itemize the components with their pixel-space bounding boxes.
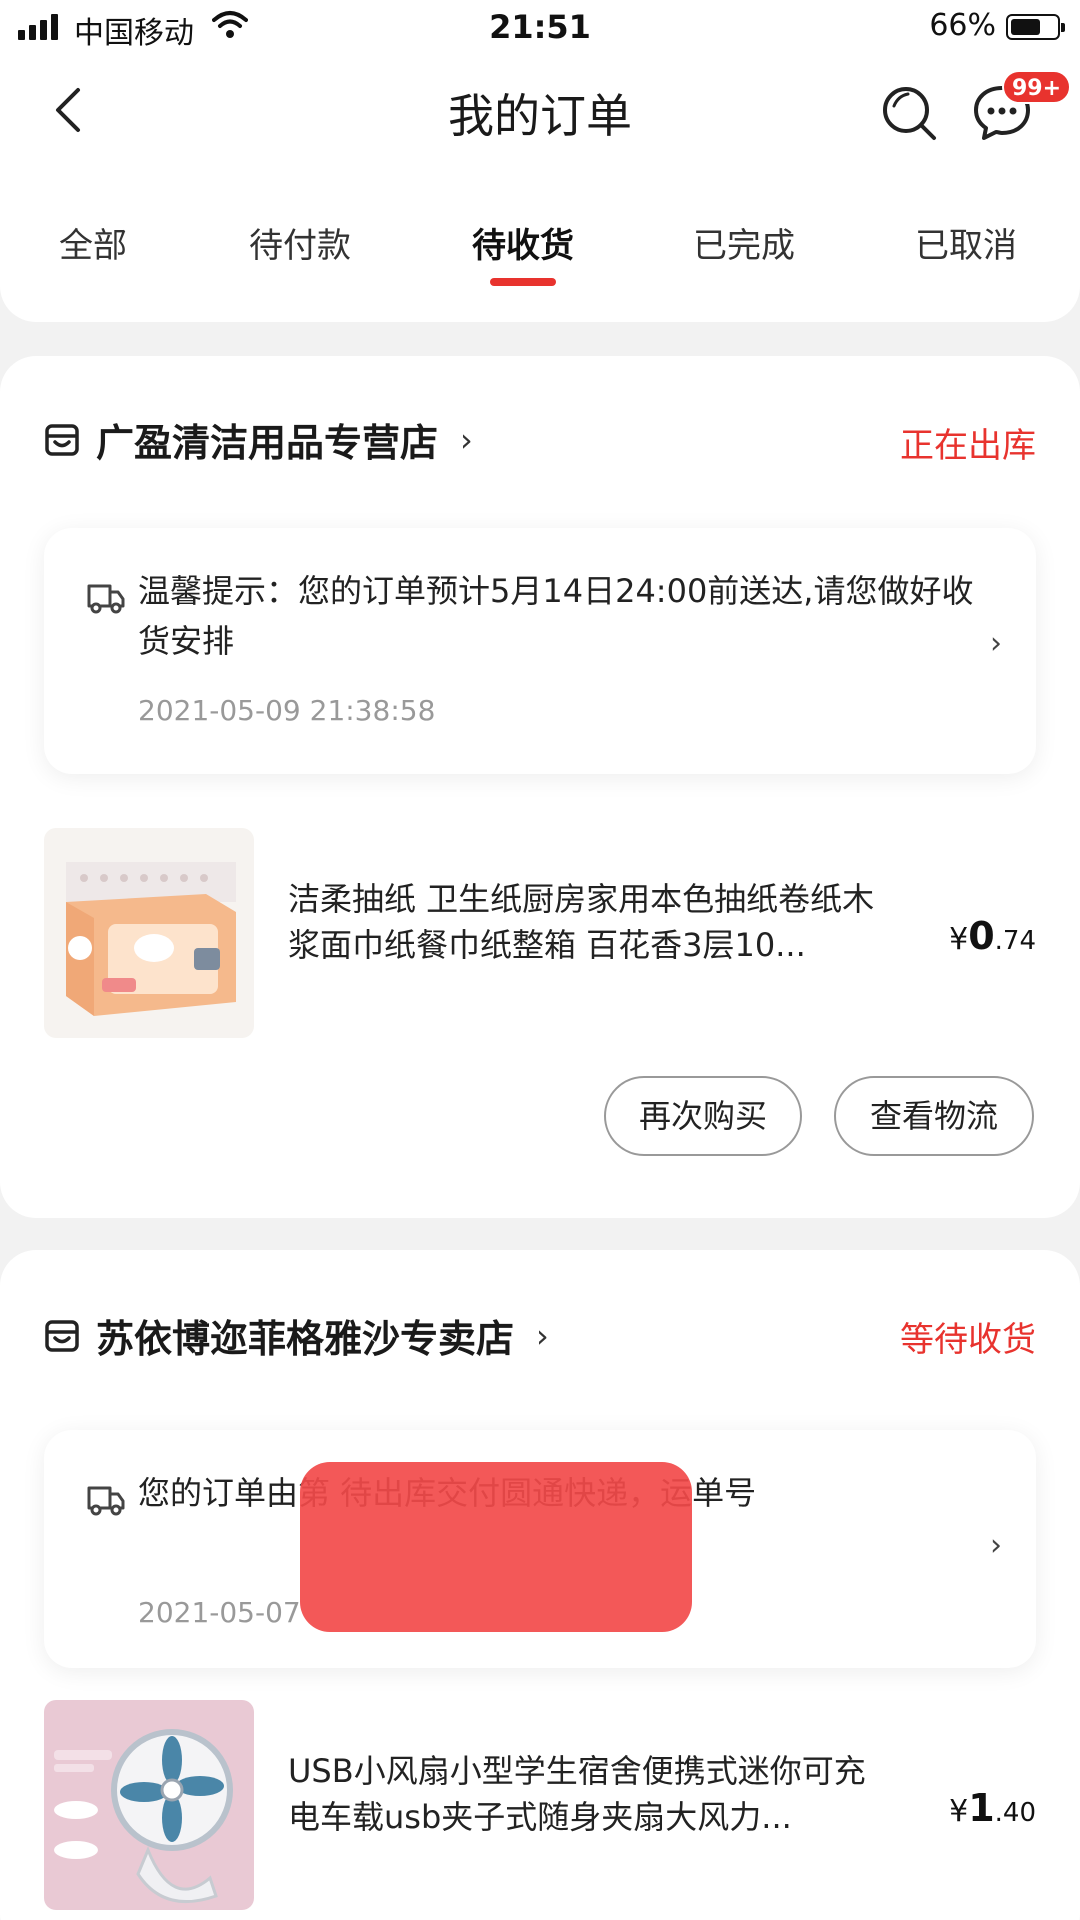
order-status: 正在出库 bbox=[900, 426, 1036, 466]
chevron-right-icon: › bbox=[990, 1528, 1002, 1563]
order-tabs: 全部 待付款 待收货 已完成 已取消 bbox=[0, 166, 1080, 322]
view-logistics-button[interactable]: 查看物流 bbox=[834, 1076, 1034, 1156]
shop-name: 苏依博迩菲格雅沙专卖店 bbox=[96, 1317, 515, 1361]
redaction-mark bbox=[300, 1462, 692, 1632]
product-title: 洁柔抽纸 卫生纸厨房家用本色抽纸卷纸木浆面巾纸餐巾纸整箱 百花香3层10... bbox=[288, 880, 875, 964]
price-currency: ¥ bbox=[949, 922, 969, 957]
product-row[interactable]: 洁柔抽纸 卫生纸厨房家用本色抽纸卷纸木浆面巾纸餐巾纸整箱 百花香3层10... … bbox=[44, 828, 1036, 1048]
shop-header[interactable]: 苏依博迩菲格雅沙专卖店 › bbox=[44, 1308, 549, 1363]
nav-bar: 我的订单 99+ bbox=[0, 56, 1080, 166]
price-integer: 1 bbox=[968, 1786, 995, 1830]
tab-pending-payment[interactable]: 待付款 bbox=[240, 218, 360, 267]
order-status: 等待收货 bbox=[900, 1320, 1036, 1360]
shop-name: 广盈清洁用品专营店 bbox=[96, 421, 439, 465]
product-price: ¥1.40 bbox=[949, 1786, 1036, 1830]
shop-icon bbox=[45, 423, 79, 456]
product-price: ¥0.74 bbox=[949, 914, 1036, 958]
notice-text: 温馨提示：您的订单预计5月14日24:00前送达,请您做好收货安排 bbox=[138, 572, 974, 660]
chevron-right-icon: › bbox=[460, 420, 473, 459]
tab-pending-receipt[interactable]: 待收货 bbox=[462, 218, 584, 267]
price-decimal: .40 bbox=[994, 1798, 1036, 1828]
tab-all[interactable]: 全部 bbox=[48, 218, 138, 267]
tab-completed[interactable]: 已完成 bbox=[684, 218, 804, 267]
delivery-truck-icon bbox=[87, 1486, 125, 1516]
battery-fill bbox=[1011, 19, 1040, 35]
price-currency: ¥ bbox=[949, 1794, 969, 1829]
chevron-right-icon: › bbox=[536, 1316, 549, 1355]
product-title: USB小风扇小型学生宿舍便携式迷你可充电车载usb夹子式随身夹扇大风力... bbox=[288, 1752, 866, 1836]
tab-cancelled[interactable]: 已取消 bbox=[906, 218, 1026, 267]
shop-icon bbox=[45, 1319, 79, 1352]
buy-again-button[interactable]: 再次购买 bbox=[604, 1076, 802, 1156]
shop-header[interactable]: 广盈清洁用品专营店 › bbox=[44, 412, 473, 467]
search-icon[interactable] bbox=[880, 82, 940, 142]
active-tab-indicator bbox=[490, 278, 556, 286]
shipping-notice[interactable]: 温馨提示：您的订单预计5月14日24:00前送达,请您做好收货安排 2021-0… bbox=[44, 528, 1036, 774]
price-integer: 0 bbox=[968, 914, 995, 958]
message-badge: 99+ bbox=[1002, 70, 1072, 104]
status-bar: 中国移动 21:51 66% bbox=[0, 0, 1080, 56]
battery-icon bbox=[1006, 14, 1065, 40]
clock: 21:51 bbox=[489, 8, 591, 46]
price-decimal: .74 bbox=[994, 926, 1036, 956]
delivery-truck-icon bbox=[87, 584, 125, 614]
notice-timestamp: 2021-05-07 bbox=[138, 1596, 301, 1629]
notice-timestamp: 2021-05-09 21:38:58 bbox=[138, 694, 436, 727]
battery-percent: 66% bbox=[929, 8, 996, 43]
product-image-tissue bbox=[44, 828, 254, 1038]
chevron-right-icon: › bbox=[990, 626, 1002, 661]
order-card: 广盈清洁用品专营店 › 正在出库 温馨提示：您的订单预计5月14日24:00前送… bbox=[0, 356, 1080, 1218]
product-image-fan bbox=[44, 1700, 254, 1910]
product-row[interactable]: USB小风扇小型学生宿舍便携式迷你可充电车载usb夹子式随身夹扇大风力... ¥… bbox=[44, 1700, 1036, 1920]
